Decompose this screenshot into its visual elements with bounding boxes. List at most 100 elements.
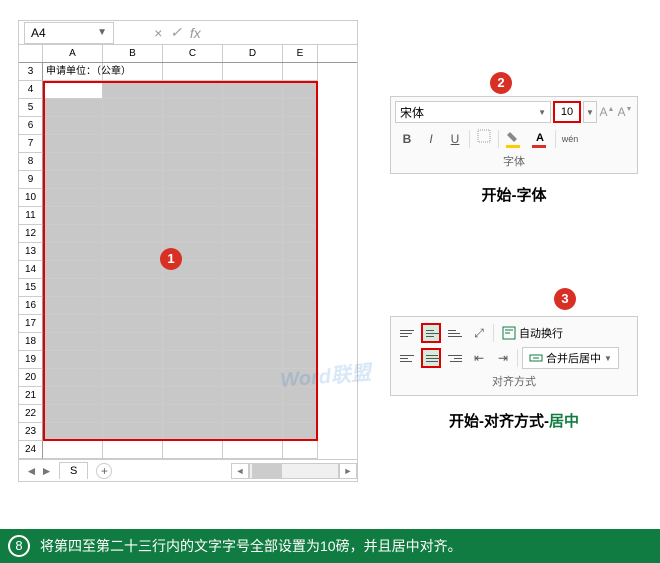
cell[interactable]: [43, 243, 103, 261]
cell[interactable]: [103, 135, 163, 153]
cell[interactable]: [103, 171, 163, 189]
cell[interactable]: [43, 153, 103, 171]
cell[interactable]: [223, 261, 283, 279]
cell[interactable]: [223, 441, 283, 459]
add-sheet-button[interactable]: +: [96, 463, 112, 479]
row-header[interactable]: 10: [19, 189, 43, 207]
tab-nav-icons[interactable]: ◄ ►: [19, 464, 59, 478]
row-header[interactable]: 22: [19, 405, 43, 423]
scroll-left-icon[interactable]: ◄: [231, 463, 249, 479]
cell[interactable]: [283, 333, 318, 351]
cell[interactable]: [43, 297, 103, 315]
cell[interactable]: [43, 171, 103, 189]
cell[interactable]: [223, 99, 283, 117]
cell[interactable]: [43, 207, 103, 225]
cell[interactable]: [103, 369, 163, 387]
row-header[interactable]: 19: [19, 351, 43, 369]
row-header[interactable]: 21: [19, 387, 43, 405]
cell[interactable]: [163, 297, 223, 315]
row-header[interactable]: 18: [19, 333, 43, 351]
row-header[interactable]: 16: [19, 297, 43, 315]
cell[interactable]: [223, 279, 283, 297]
cell[interactable]: [223, 369, 283, 387]
cell[interactable]: [43, 387, 103, 405]
cell[interactable]: [103, 153, 163, 171]
border-button[interactable]: [474, 129, 494, 149]
scroll-right-icon[interactable]: ►: [339, 463, 357, 479]
cell[interactable]: [163, 315, 223, 333]
align-left-button[interactable]: [397, 348, 417, 368]
cell[interactable]: [163, 387, 223, 405]
row-header[interactable]: 3: [19, 63, 43, 81]
cell[interactable]: [163, 153, 223, 171]
cell[interactable]: [43, 351, 103, 369]
align-top-button[interactable]: [397, 323, 417, 343]
cell[interactable]: [43, 261, 103, 279]
row-header[interactable]: 8: [19, 153, 43, 171]
col-header-d[interactable]: D: [223, 45, 283, 62]
cell[interactable]: [163, 135, 223, 153]
cell[interactable]: [223, 117, 283, 135]
cell[interactable]: [103, 81, 163, 99]
cell-grid[interactable]: 3申请单位：（公章）456789101112131415161718192021…: [19, 63, 357, 459]
font-size-dropdown[interactable]: ▼: [583, 101, 597, 123]
cell[interactable]: [223, 297, 283, 315]
row-header[interactable]: 15: [19, 279, 43, 297]
font-size-input[interactable]: 10: [553, 101, 581, 123]
cell[interactable]: [223, 315, 283, 333]
cell[interactable]: [103, 99, 163, 117]
row-header[interactable]: 24: [19, 441, 43, 459]
cell[interactable]: [163, 279, 223, 297]
cell[interactable]: [283, 441, 318, 459]
cell[interactable]: [163, 63, 223, 81]
orientation-button[interactable]: ⤢: [469, 323, 489, 343]
increase-indent-button[interactable]: ⇥: [493, 348, 513, 368]
cell[interactable]: [283, 99, 318, 117]
cell[interactable]: [103, 279, 163, 297]
font-family-select[interactable]: 宋体 ▼: [395, 101, 551, 123]
cell[interactable]: [103, 423, 163, 441]
col-header-b[interactable]: B: [103, 45, 163, 62]
cell[interactable]: [43, 333, 103, 351]
align-middle-button[interactable]: [421, 323, 441, 343]
wrap-text-button[interactable]: 自动换行: [498, 323, 567, 343]
cell[interactable]: [283, 189, 318, 207]
cell[interactable]: [163, 441, 223, 459]
cell[interactable]: [103, 351, 163, 369]
cell[interactable]: [223, 351, 283, 369]
cell[interactable]: [43, 117, 103, 135]
cell[interactable]: [223, 135, 283, 153]
row-header[interactable]: 6: [19, 117, 43, 135]
cell[interactable]: [103, 189, 163, 207]
cell[interactable]: [283, 423, 318, 441]
cell[interactable]: [103, 405, 163, 423]
cell[interactable]: [43, 225, 103, 243]
cell[interactable]: [223, 63, 283, 81]
cell[interactable]: [163, 369, 223, 387]
row-header[interactable]: 4: [19, 81, 43, 99]
cell[interactable]: [223, 171, 283, 189]
align-right-button[interactable]: [445, 348, 465, 368]
cell[interactable]: [283, 405, 318, 423]
horizontal-scrollbar[interactable]: ◄ ►: [231, 463, 357, 479]
row-header[interactable]: 23: [19, 423, 43, 441]
cell[interactable]: [43, 315, 103, 333]
merge-center-button[interactable]: 合并后居中 ▼: [522, 347, 619, 369]
row-header[interactable]: 17: [19, 315, 43, 333]
cell[interactable]: [163, 117, 223, 135]
fx-icon[interactable]: fx: [190, 25, 201, 41]
cell[interactable]: [163, 99, 223, 117]
cell[interactable]: [223, 333, 283, 351]
cell[interactable]: [103, 225, 163, 243]
cell[interactable]: [163, 171, 223, 189]
row-header[interactable]: 11: [19, 207, 43, 225]
cell[interactable]: [283, 297, 318, 315]
cell[interactable]: [103, 387, 163, 405]
cell[interactable]: [163, 207, 223, 225]
cell[interactable]: [163, 405, 223, 423]
row-header[interactable]: 14: [19, 261, 43, 279]
cell[interactable]: [103, 441, 163, 459]
bold-button[interactable]: B: [397, 129, 417, 149]
cell[interactable]: [223, 153, 283, 171]
scroll-thumb[interactable]: [252, 464, 282, 478]
